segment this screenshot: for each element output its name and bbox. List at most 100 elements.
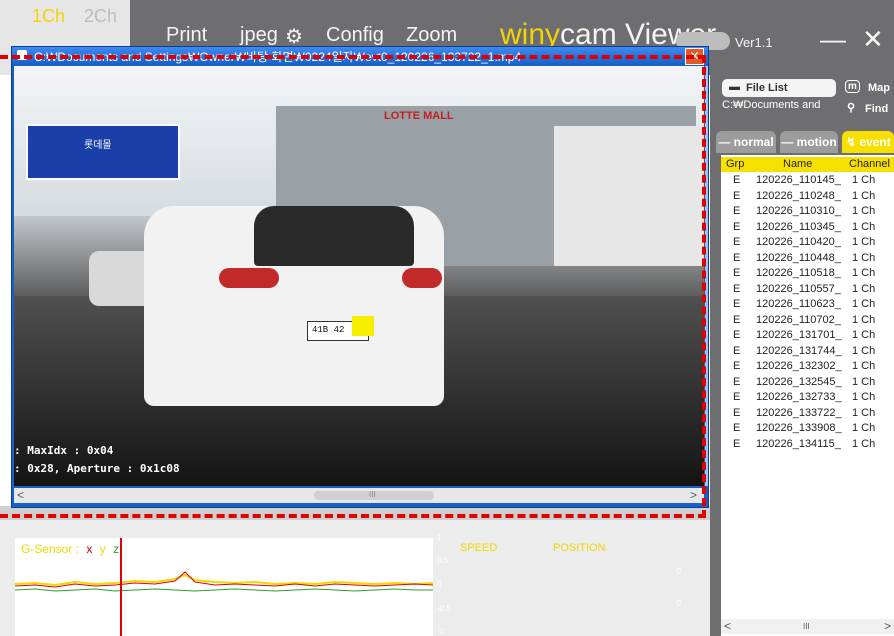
close-button[interactable]: ✕	[862, 24, 884, 55]
file-row-name: 120226_134115_	[756, 437, 841, 450]
file-row-grp: E	[733, 189, 741, 202]
file-row-name: 120226_132302_	[756, 360, 842, 372]
file-row-name: 120226_110557_	[756, 282, 841, 295]
map-icon: m	[845, 80, 860, 93]
file-row-name: 120226_110145_	[756, 174, 841, 186]
file-row[interactable]: E 120226_132545_ 1 Ch	[721, 376, 894, 391]
file-row-grp: E	[733, 205, 741, 217]
file-list-button[interactable]: ▬ File List	[722, 79, 836, 97]
file-row-name: 120226_110248_	[756, 189, 841, 202]
file-row-name: 120226_110448_	[756, 251, 841, 264]
file-row[interactable]: E 120226_110345_ 1 Ch	[721, 221, 894, 236]
file-row-name: 120226_110420_	[756, 236, 841, 248]
file-row-name: 120226_132733_	[756, 391, 842, 403]
axis-tick-neg-0-5: -0.5	[437, 604, 451, 613]
file-row[interactable]: E 120226_132302_ 1 Ch	[721, 360, 894, 375]
file-row-grp: E	[733, 375, 741, 388]
tab-normal-label: normal	[733, 135, 774, 149]
axis-tick-0-5: 0.5	[437, 556, 449, 565]
file-row-name: 120226_110623_	[756, 298, 841, 310]
folder-icon: ▬	[729, 81, 740, 93]
gsensor-lines	[15, 571, 433, 592]
file-row[interactable]: E 120226_110518_ 1 Ch	[721, 267, 894, 282]
file-row[interactable]: E 120226_110448_ 1 Ch	[721, 252, 894, 267]
file-row[interactable]: E 120226_110623_ 1 Ch	[721, 298, 894, 313]
file-row[interactable]: E 120226_134115_ 1 Ch	[721, 438, 894, 453]
file-row-grp: E	[733, 329, 741, 341]
file-row[interactable]: E 120226_110420_ 1 Ch	[721, 236, 894, 251]
file-row[interactable]: E 120226_110557_ 1 Ch	[721, 283, 894, 298]
scroll-thumb[interactable]: III	[803, 622, 810, 631]
file-row-grp: E	[733, 406, 741, 419]
file-list: Grp Name Channel E 120226_110145_ 1 Ch E 120…	[721, 155, 894, 636]
menu-jpeg[interactable]: jpeg	[240, 24, 278, 47]
file-row-channel: 1 Ch	[852, 422, 876, 434]
minimize-button[interactable]: —	[820, 24, 846, 55]
file-row-grp: E	[733, 267, 741, 279]
map-label: Map	[868, 82, 890, 94]
position-label: POSITION	[553, 542, 606, 554]
file-row-grp: E	[733, 313, 741, 326]
file-row[interactable]: E 120226_131744_ 1 Ch	[721, 345, 894, 360]
file-row-grp: E	[733, 220, 741, 233]
file-row-channel: 1 Ch	[852, 205, 876, 217]
file-row-grp: E	[733, 236, 741, 248]
file-row-name: 120226_131701_	[756, 329, 842, 341]
column-channel[interactable]: Channel	[849, 158, 890, 170]
scroll-right-arrow[interactable]: >	[884, 619, 891, 633]
map-button[interactable]: m Map	[842, 79, 894, 97]
playback-position-marker[interactable]	[120, 538, 122, 636]
file-row-channel: 1 Ch	[852, 174, 876, 186]
file-row-name: 120226_133722_	[756, 406, 842, 419]
file-row-name: 120226_110518_	[756, 267, 841, 279]
tab-motion-label: motion	[796, 135, 837, 149]
menu-zoom[interactable]: Zoom	[406, 24, 457, 47]
file-row-name: 120226_110345_	[756, 220, 841, 233]
file-row-channel: 1 Ch	[852, 391, 876, 403]
tab-motion[interactable]: — motion	[780, 131, 838, 153]
file-list-header: Grp Name Channel	[721, 157, 894, 172]
file-row-channel: 1 Ch	[852, 282, 876, 295]
highlight-frame	[0, 55, 706, 518]
file-row-channel: 1 Ch	[852, 437, 876, 450]
gsensor-z-line	[15, 588, 433, 592]
tab-2ch[interactable]: 2Ch	[84, 6, 117, 27]
file-row-channel: 1 Ch	[852, 329, 876, 341]
tab-event[interactable]: ↯ event	[842, 131, 894, 153]
file-row-grp: E	[733, 282, 741, 295]
file-row-grp: E	[733, 437, 741, 450]
file-row[interactable]: E 120226_110310_ 1 Ch	[721, 205, 894, 220]
file-row[interactable]: E 120226_131701_ 1 Ch	[721, 329, 894, 344]
file-row-channel: 1 Ch	[852, 251, 876, 264]
file-row[interactable]: E 120226_133722_ 1 Ch	[721, 407, 894, 422]
path-field[interactable]: C:₩Documents and	[722, 99, 830, 116]
column-grp[interactable]: Grp	[726, 158, 744, 170]
tab-1ch[interactable]: 1Ch	[32, 6, 65, 27]
file-row-channel: 1 Ch	[852, 360, 876, 372]
file-row[interactable]: E 120226_110145_ 1 Ch	[721, 174, 894, 189]
file-row-name: 120226_110310_	[756, 205, 841, 217]
file-row[interactable]: E 120226_132733_ 1 Ch	[721, 391, 894, 406]
column-name[interactable]: Name	[783, 158, 812, 170]
file-row-name: 120226_133908_	[756, 422, 842, 434]
file-row-channel: 1 Ch	[852, 189, 876, 202]
file-row-channel: 1 Ch	[852, 236, 876, 248]
version-label: Ver1.1	[735, 35, 773, 50]
search-icon: ⚲	[847, 102, 856, 114]
file-row-grp: E	[733, 391, 741, 403]
find-label: Find	[865, 103, 889, 115]
axis-tick-neg-1: -1	[437, 627, 445, 636]
file-row-channel: 1 Ch	[852, 220, 876, 233]
file-row-grp: E	[733, 344, 741, 357]
file-row[interactable]: E 120226_133908_ 1 Ch	[721, 422, 894, 437]
gsensor-graph[interactable]: G-Sensor : x y z	[15, 538, 433, 636]
file-row[interactable]: E 120226_110248_ 1 Ch	[721, 190, 894, 205]
file-row-channel: 1 Ch	[852, 375, 876, 388]
scroll-left-arrow[interactable]: <	[724, 619, 731, 633]
file-row[interactable]: E 120226_110702_ 1 Ch	[721, 314, 894, 329]
menu-print[interactable]: Print	[166, 24, 207, 47]
file-list-scrollbar[interactable]: < III >	[721, 619, 894, 634]
find-button[interactable]: ⚲ Find	[845, 100, 893, 118]
menu-config[interactable]: Config	[326, 24, 384, 47]
tab-normal[interactable]: — normal	[716, 131, 776, 153]
